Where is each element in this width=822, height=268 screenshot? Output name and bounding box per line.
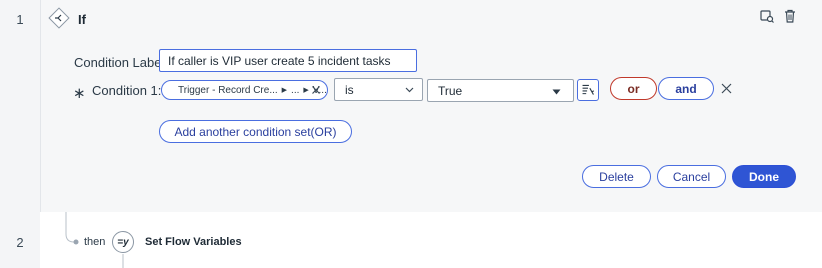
and-button[interactable]: and bbox=[658, 77, 714, 100]
condition-label-caption: Condition Label: bbox=[74, 55, 168, 70]
operator-value: is bbox=[345, 82, 354, 97]
data-pill-trigger[interactable]: Trigger - Record Cre... ▶ ... ▶ V... bbox=[161, 80, 328, 100]
condition-label-input[interactable] bbox=[159, 49, 417, 72]
pill-separator-icon: ▶ bbox=[281, 87, 288, 94]
value-select[interactable]: True bbox=[427, 79, 574, 102]
set-variables-icon: =y bbox=[112, 231, 134, 253]
if-step-title: If bbox=[78, 12, 86, 27]
step-number-2: 2 bbox=[16, 235, 24, 250]
branch-diamond-icon bbox=[48, 7, 70, 29]
line-number-gutter bbox=[0, 0, 40, 268]
then-label: then bbox=[84, 236, 106, 248]
value-select-value: True bbox=[438, 83, 463, 98]
pill-separator-icon: ▶ bbox=[303, 87, 309, 94]
close-icon[interactable] bbox=[310, 84, 322, 96]
data-picker-icon[interactable] bbox=[577, 79, 599, 101]
view-details-icon[interactable] bbox=[759, 8, 775, 24]
set-flow-variables-step[interactable]: Set Flow Variables bbox=[145, 236, 242, 248]
cancel-button[interactable]: Cancel bbox=[657, 165, 726, 188]
chevron-down-icon bbox=[405, 87, 414, 93]
delete-button[interactable]: Delete bbox=[582, 165, 651, 188]
pill-segment-trigger: Trigger - Record Cre... bbox=[178, 84, 278, 96]
required-marker: ∗ bbox=[73, 85, 86, 102]
add-condition-set-button[interactable]: Add another condition set(OR) bbox=[159, 120, 352, 143]
done-button[interactable]: Done bbox=[732, 165, 796, 188]
condition-1-caption: Condition 1: bbox=[92, 83, 162, 98]
operator-select[interactable]: is bbox=[334, 78, 423, 101]
caret-down-icon bbox=[552, 89, 561, 95]
or-button[interactable]: or bbox=[610, 77, 657, 100]
pill-segment-middle: ... bbox=[291, 84, 300, 96]
trash-icon[interactable] bbox=[782, 8, 798, 24]
close-icon[interactable] bbox=[721, 83, 732, 94]
step-number-1: 1 bbox=[16, 12, 24, 27]
